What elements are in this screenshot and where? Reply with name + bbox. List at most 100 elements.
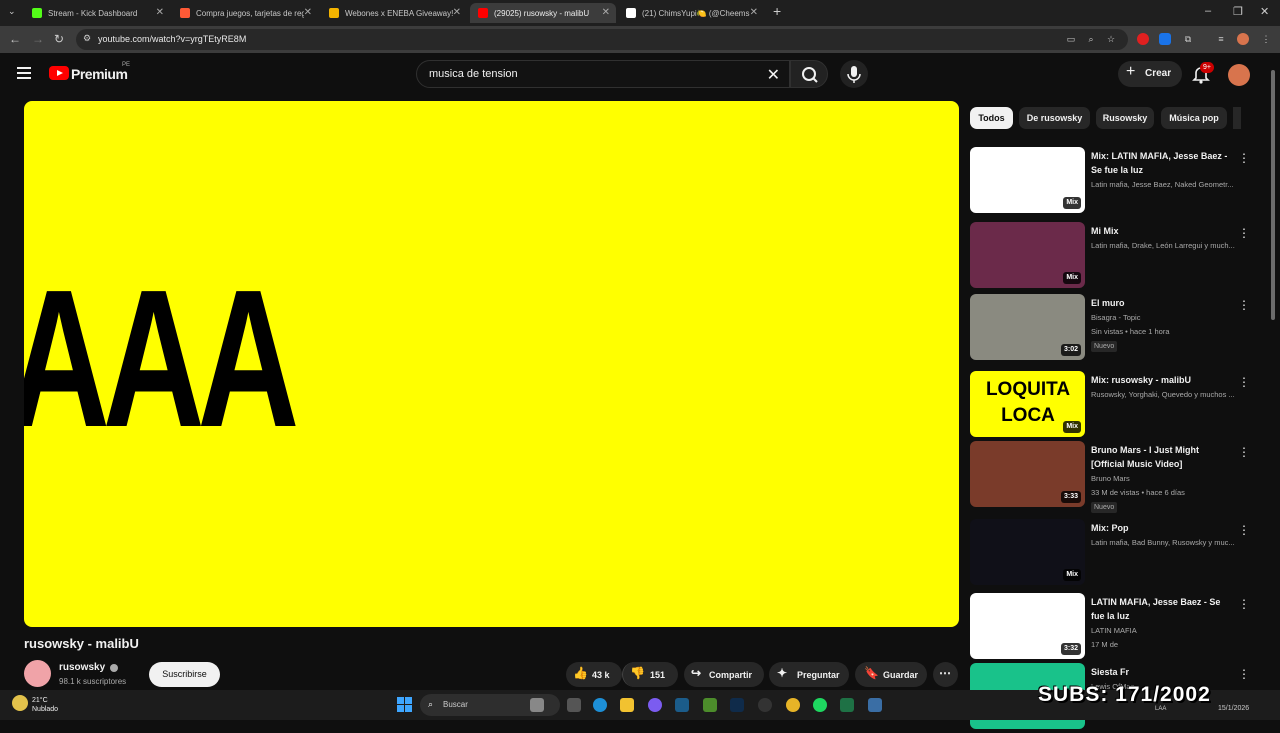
task-view-icon[interactable]	[567, 698, 581, 712]
photoshop-icon[interactable]	[730, 698, 744, 712]
spotify-icon[interactable]	[813, 698, 827, 712]
recommendation-title[interactable]: Mix: rusowsky - malibU	[1091, 373, 1233, 387]
edge-icon[interactable]	[593, 698, 607, 712]
browser-menu-icon[interactable]: ⋮	[1260, 33, 1272, 45]
extensions-puzzle-icon[interactable]: ⧉	[1182, 33, 1194, 45]
dislike-button[interactable]: 👎 151	[622, 662, 678, 687]
reload-icon[interactable]: ↻	[54, 32, 64, 46]
recommendation-title[interactable]: El muro	[1091, 296, 1233, 310]
app-icon[interactable]	[868, 698, 882, 712]
more-options-icon[interactable]: ⋮	[1238, 151, 1250, 165]
search-input[interactable]: musica de tension ✕	[416, 60, 790, 88]
recommendation-item[interactable]: 3:33 Bruno Mars - I Just Might [Official …	[970, 441, 1252, 513]
channel-avatar[interactable]	[24, 660, 51, 687]
more-options-icon[interactable]: ⋮	[1238, 445, 1250, 459]
clear-search-icon[interactable]: ✕	[767, 65, 780, 85]
recommendation-channel[interactable]: Rusowsky, Yorghaki, Quevedo y muchos ...	[1091, 390, 1246, 399]
recommendation-channel[interactable]: Latin mafia, Jesse Baez, Naked Geometr..…	[1091, 180, 1246, 189]
chip-from-channel[interactable]: De rusowsky	[1019, 107, 1090, 129]
extension-blue-icon[interactable]	[1159, 33, 1171, 45]
video-thumbnail[interactable]: 3:33	[970, 441, 1085, 507]
more-options-icon[interactable]: ⋮	[1238, 597, 1250, 611]
save-button[interactable]: 🔖 Guardar	[855, 662, 927, 687]
youtube-logo-icon[interactable]	[49, 66, 69, 80]
recommendation-item[interactable]: 3:32 LATIN MAFIA, Jesse Baez - Se fue la …	[970, 593, 1252, 663]
close-tab-icon[interactable]: ✕	[453, 7, 461, 18]
back-icon[interactable]: ←	[9, 32, 21, 46]
chip-next[interactable]	[1233, 107, 1241, 129]
recommendation-title[interactable]: Bruno Mars - I Just Might [Official Musi…	[1091, 443, 1233, 471]
recommendation-item[interactable]: 3:02 El muro Bisagra - Topic Sin vistas • h…	[970, 294, 1252, 364]
search-query[interactable]: musica de tension	[429, 68, 518, 80]
voice-search-button[interactable]	[840, 60, 868, 88]
more-options-icon[interactable]: ⋮	[1238, 226, 1250, 240]
file-explorer-icon[interactable]	[620, 698, 634, 712]
media-control-icon[interactable]: ≡	[1215, 33, 1227, 45]
close-tab-icon[interactable]: ✕	[304, 7, 312, 18]
video-thumbnail[interactable]: Mix	[970, 519, 1085, 585]
browser-tab[interactable]: (29025) rusowsky - malibU ✕	[470, 3, 616, 23]
video-thumbnail[interactable]: 3:02	[970, 294, 1085, 360]
chip-all[interactable]: Todos	[970, 107, 1013, 129]
subscribe-button[interactable]: Suscribirse	[149, 662, 220, 687]
more-options-icon[interactable]: ⋮	[1238, 375, 1250, 389]
recommendation-title[interactable]: Mix: Pop	[1091, 521, 1233, 535]
cast-icon[interactable]: ▭	[1065, 33, 1077, 45]
obs-icon[interactable]	[758, 698, 772, 712]
bookmark-star-icon[interactable]: ☆	[1105, 33, 1117, 45]
chrome-icon[interactable]	[786, 698, 800, 712]
recommendation-title[interactable]: Mi Mix	[1091, 224, 1233, 238]
close-window-icon[interactable]: ✕	[1260, 5, 1269, 18]
recommendation-title[interactable]: LATIN MAFIA, Jesse Baez - Se fue la luz	[1091, 595, 1233, 623]
browser-tab[interactable]: Compra juegos, tarjetas de reg ✕	[172, 3, 318, 23]
recommendation-channel[interactable]: Latin mafia, Drake, León Larregui y much…	[1091, 241, 1246, 250]
excel-icon[interactable]	[840, 698, 854, 712]
channel-name[interactable]: rusowsky	[59, 662, 105, 673]
more-options-icon[interactable]: ⋮	[1238, 298, 1250, 312]
minecraft-icon[interactable]	[703, 698, 717, 712]
like-button[interactable]: 👍 43 k	[566, 662, 622, 687]
recommendation-channel[interactable]: Bisagra - Topic	[1091, 313, 1246, 322]
new-tab-button[interactable]: +	[773, 3, 781, 19]
game-widget-icon[interactable]	[530, 698, 544, 712]
share-button[interactable]: ↪ Compartir	[684, 662, 764, 687]
profile-icon[interactable]	[1237, 33, 1249, 45]
page-scrollbar[interactable]	[1270, 62, 1276, 690]
windows-start-icon[interactable]	[397, 697, 413, 713]
video-player[interactable]: AAA	[24, 101, 959, 627]
recommendation-item[interactable]: Mix Mi Mix Latin mafia, Drake, León Larreg…	[970, 222, 1252, 292]
video-thumbnail[interactable]: 3:32	[970, 593, 1085, 659]
close-tab-icon[interactable]: ✕	[750, 7, 758, 18]
steam-icon[interactable]	[675, 698, 689, 712]
weather-widget[interactable]: 21°C Nublado	[32, 696, 58, 714]
browser-tab[interactable]: Webones x ENEBA Giveaway! ✕	[321, 3, 467, 23]
taskbar-date[interactable]: 15/1/2026	[1218, 705, 1249, 713]
minimize-icon[interactable]: –	[1205, 5, 1211, 17]
premium-logo-text[interactable]: Premium	[71, 66, 128, 82]
recommendation-item[interactable]: Mix Mix: Pop Latin mafia, Bad Bunny, Rusow…	[970, 519, 1252, 589]
browser-tab[interactable]: (21) ChimsYupi🍋 (@CheemsP ✕	[618, 3, 764, 23]
scrollbar-thumb[interactable]	[1271, 70, 1275, 320]
site-info-icon[interactable]: ⚙	[83, 33, 91, 44]
discord-icon[interactable]	[648, 698, 662, 712]
video-thumbnail[interactable]: LOQUITA LOCA Mix	[970, 371, 1085, 437]
address-bar[interactable]: ⚙ youtube.com/watch?v=yrgTEtyRE8M	[76, 29, 1128, 50]
recommendation-channel[interactable]: Bruno Mars	[1091, 474, 1246, 483]
recommendation-channel[interactable]: Latin mafia, Bad Bunny, Rusowsky y muc..…	[1091, 538, 1246, 547]
zoom-icon[interactable]: ⌕	[1085, 33, 1097, 45]
video-thumbnail[interactable]: Mix	[970, 222, 1085, 288]
recommendation-channel[interactable]: LATIN MAFIA	[1091, 626, 1246, 635]
recommendation-title[interactable]: Mix: LATIN MAFIA, Jesse Baez - Se fue la…	[1091, 149, 1233, 177]
forward-icon[interactable]: →	[32, 32, 44, 46]
hamburger-menu-icon[interactable]	[17, 67, 31, 79]
url-text[interactable]: youtube.com/watch?v=yrgTEtyRE8M	[98, 34, 246, 44]
tab-list-menu-icon[interactable]: ⌄	[8, 6, 16, 17]
recommendation-title[interactable]: Siesta Fr	[1091, 665, 1233, 679]
more-options-icon[interactable]: ⋮	[1238, 523, 1250, 537]
browser-tab[interactable]: Stream - Kick Dashboard ✕	[24, 3, 170, 23]
recommendation-item[interactable]: LOQUITA LOCA Mix Mix: rusowsky - malibU Rus…	[970, 371, 1252, 441]
extension-red-icon[interactable]	[1137, 33, 1149, 45]
chip-pop-music[interactable]: Música pop	[1161, 107, 1227, 129]
more-options-icon[interactable]: ⋮	[1238, 667, 1250, 681]
ask-button[interactable]: ✦ Preguntar	[769, 662, 849, 687]
